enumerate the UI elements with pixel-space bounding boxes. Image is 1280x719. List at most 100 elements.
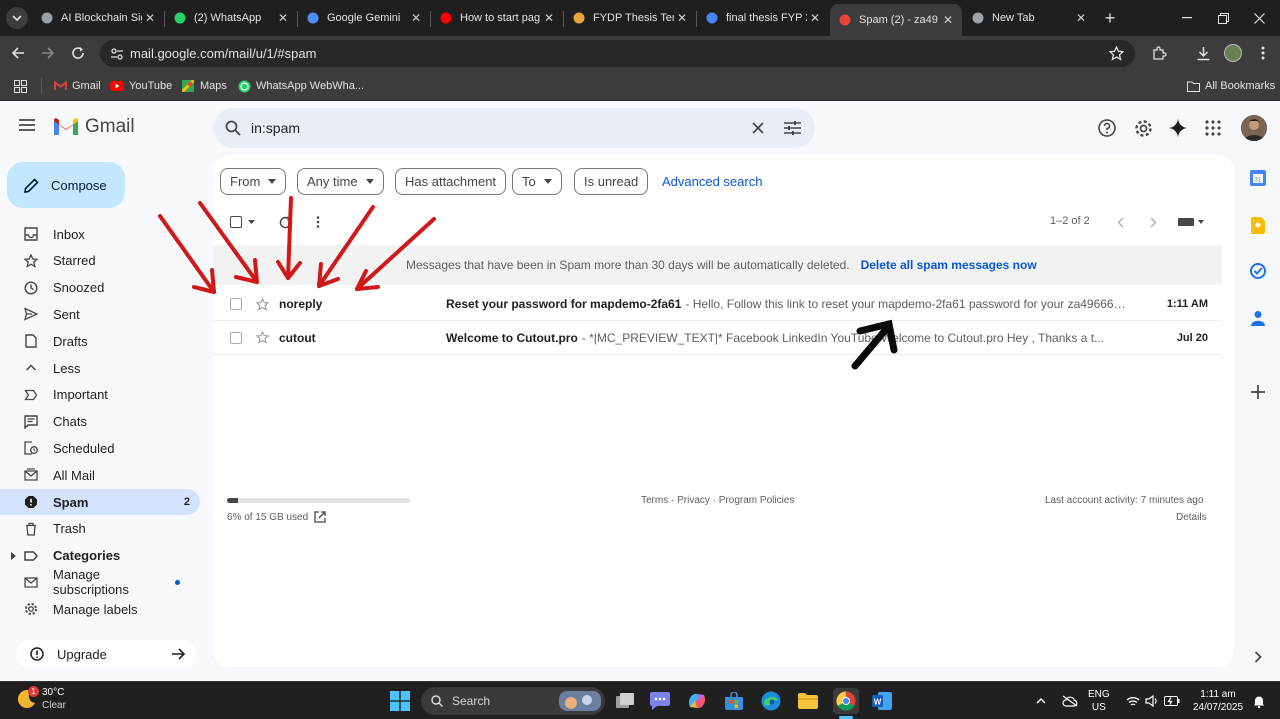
close-tab-icon[interactable]: ✕ (807, 10, 823, 26)
browser-tab[interactable]: final thesis FYP 2 ✕ (697, 4, 829, 32)
get-addons-button[interactable] (1249, 383, 1267, 401)
support-button[interactable] (1097, 118, 1117, 138)
bookmark-star-icon[interactable] (1109, 46, 1124, 61)
clear-search-icon[interactable] (752, 122, 764, 134)
select-dropdown[interactable] (246, 214, 256, 230)
sidebar-item-scheduled[interactable]: Scheduled (0, 435, 200, 461)
refresh-button[interactable] (277, 214, 293, 230)
keep-app-button[interactable] (1249, 216, 1267, 234)
upgrade-button[interactable]: Upgrade (16, 640, 196, 668)
notifications-button[interactable] (1250, 689, 1268, 713)
browser-tab[interactable]: New Tab ✕ (963, 4, 1095, 32)
close-tab-icon[interactable]: ✕ (142, 10, 158, 26)
more-actions-button[interactable] (310, 214, 326, 230)
email-row[interactable]: cutout Welcome to Cutout.pro - *|MC_PREVIE… (213, 321, 1222, 355)
clock[interactable]: 1:11 am 24/07/2025 (1190, 688, 1246, 714)
sidebar-item-spam[interactable]: Spam 2 (0, 489, 200, 515)
bookmark-maps[interactable]: Maps (181, 77, 227, 95)
volume-button[interactable] (1143, 689, 1161, 713)
sidebar-item-manage-subscriptions[interactable]: Manage subscriptions (0, 567, 200, 597)
bookmark-gmail[interactable]: Gmail (53, 77, 101, 95)
sidebar-item-starred[interactable]: Starred (0, 248, 200, 274)
search-icon[interactable] (225, 120, 241, 136)
taskbar-search[interactable]: Search (421, 687, 605, 715)
contacts-app-button[interactable] (1249, 309, 1267, 327)
extensions-button[interactable] (1148, 42, 1170, 64)
sidebar-item-sent[interactable]: Sent (0, 301, 200, 327)
apps-button[interactable] (14, 77, 27, 95)
row-checkbox[interactable] (230, 331, 242, 344)
tab-search-button[interactable] (6, 7, 28, 29)
wifi-button[interactable] (1124, 689, 1142, 713)
calendar-app-button[interactable]: 31 (1249, 169, 1267, 187)
browser-tab[interactable]: Spam (2) - za49 ✕ (830, 4, 962, 36)
close-tab-icon[interactable]: ✕ (674, 10, 690, 26)
advanced-search-link[interactable]: Advanced search (662, 174, 762, 189)
weather-widget[interactable]: 1 30°C Clear (16, 686, 66, 712)
browser-tab[interactable]: How to start pag ✕ (431, 4, 563, 32)
new-tab-button[interactable]: + (1100, 9, 1120, 29)
footer-links[interactable]: Terms · Privacy · Program Policies (641, 495, 794, 506)
bookmark-whatsapp[interactable]: WhatsApp WebWha... (237, 77, 364, 95)
cloud-status-button[interactable] (1060, 689, 1080, 713)
browser-tab[interactable]: Google Gemini ✕ (298, 4, 430, 32)
filter-chip-from[interactable]: From (220, 168, 287, 195)
browser-tab[interactable]: AI Blockchain Sig ✕ (32, 4, 164, 32)
word-button[interactable]: W (870, 689, 894, 713)
sidebar-item-categories[interactable]: Categories (0, 543, 200, 569)
back-button[interactable] (7, 42, 29, 64)
newer-button[interactable] (1112, 214, 1128, 230)
details-link[interactable]: Details (1176, 512, 1207, 523)
star-icon[interactable] (255, 331, 269, 345)
bookmark-youtube[interactable]: YouTube (110, 77, 172, 95)
sidebar-item-important[interactable]: Important (0, 382, 200, 408)
google-apps-button[interactable] (1203, 118, 1223, 138)
sidebar-item-chats[interactable]: Chats (0, 409, 200, 435)
gemini-button[interactable] (1168, 118, 1188, 138)
store-button[interactable] (722, 689, 746, 713)
select-all-checkbox[interactable] (228, 214, 244, 230)
close-tab-icon[interactable]: ✕ (940, 12, 956, 28)
filter-chip-to[interactable]: To (512, 168, 562, 195)
tasks-app-button[interactable] (1249, 262, 1267, 280)
edge-button[interactable] (759, 689, 783, 713)
search-input[interactable]: in:spam (251, 120, 752, 136)
downloads-button[interactable] (1192, 42, 1214, 64)
sidebar-item-trash[interactable]: Trash (0, 516, 200, 542)
forward-button[interactable] (37, 42, 59, 64)
all-bookmarks[interactable]: All Bookmarks (1186, 77, 1275, 95)
close-window-button[interactable] (1238, 0, 1280, 36)
close-tab-icon[interactable]: ✕ (541, 10, 557, 26)
chrome-menu-button[interactable] (1252, 42, 1274, 64)
chrome-taskbar-button[interactable] (833, 688, 859, 714)
close-tab-icon[interactable]: ✕ (275, 10, 291, 26)
star-icon[interactable] (255, 297, 269, 311)
open-in-new-icon[interactable] (314, 511, 326, 523)
copilot-button[interactable] (685, 689, 709, 713)
email-row[interactable]: noreply Reset your password for mapdemo-2… (213, 288, 1222, 321)
settings-button[interactable] (1133, 118, 1153, 138)
filter-chip-is-unread[interactable]: Is unread (574, 168, 649, 195)
input-tools-button[interactable] (1176, 214, 1206, 230)
expand-arrow-icon[interactable] (11, 551, 16, 560)
browser-tab[interactable]: (2) WhatsApp ✕ (165, 4, 297, 32)
close-tab-icon[interactable]: ✕ (1073, 10, 1089, 26)
site-info-icon[interactable] (110, 47, 124, 61)
main-menu-button[interactable] (18, 118, 42, 138)
row-checkbox[interactable] (230, 298, 242, 310)
profile-button[interactable] (1222, 42, 1244, 64)
older-button[interactable] (1145, 214, 1161, 230)
mail-search-bar[interactable]: in:spam (213, 108, 815, 148)
sidebar-item-less[interactable]: Less (0, 355, 200, 381)
sidebar-item-snoozed[interactable]: Snoozed (0, 275, 200, 301)
show-hidden-icons-button[interactable] (1033, 689, 1049, 713)
teams-button[interactable] (648, 689, 672, 713)
battery-button[interactable] (1162, 689, 1182, 713)
file-explorer-button[interactable] (796, 689, 820, 713)
sidebar-item-manage-labels[interactable]: Manage labels (0, 596, 200, 622)
filter-chip-any-time[interactable]: Any time (297, 168, 384, 195)
address-bar[interactable]: mail.google.com/mail/u/1/#spam (100, 40, 1135, 67)
close-tab-icon[interactable]: ✕ (408, 10, 424, 26)
browser-tab[interactable]: FYDP Thesis Tem ✕ (564, 4, 696, 32)
search-options-icon[interactable] (784, 121, 801, 135)
